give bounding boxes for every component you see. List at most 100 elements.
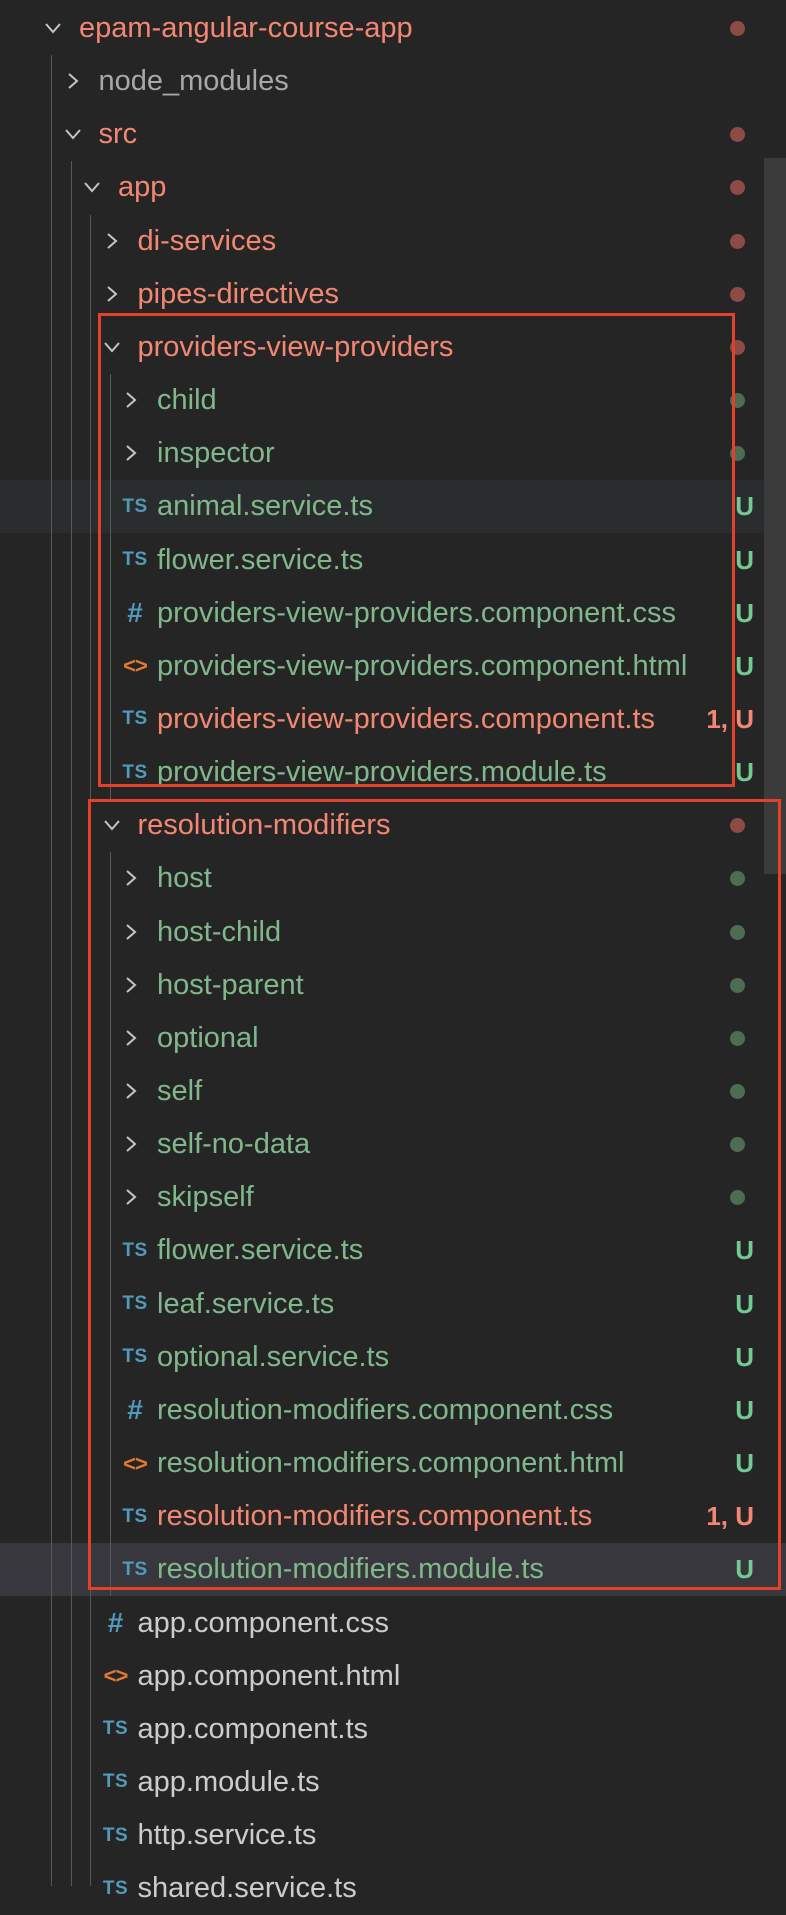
git-status-badge: U (735, 1235, 754, 1266)
tree-file-row[interactable]: TS providers-view-providers.component.ts 1… (0, 693, 786, 746)
tree-file-row[interactable]: TS providers-view-providers.module.ts U (0, 746, 786, 799)
tree-folder-row[interactable]: self-no-data (0, 1118, 786, 1171)
tree-folder-row[interactable]: resolution-modifiers (0, 799, 786, 852)
typescript-file-icon: TS (122, 1293, 148, 1315)
tree-item-label: optional (157, 1021, 259, 1054)
tree-item-label: leaf.service.ts (157, 1287, 335, 1320)
typescript-file-icon: TS (122, 1558, 148, 1580)
git-status-dot (730, 1084, 745, 1099)
chevron-down-icon[interactable] (81, 161, 103, 214)
tree-file-row[interactable]: # app.component.css (0, 1597, 786, 1650)
typescript-file-icon: TS (102, 1824, 129, 1846)
typescript-file-icon: TS (102, 1877, 129, 1899)
tree-folder-row[interactable]: skipself (0, 1171, 786, 1224)
git-status-badge: U (735, 1288, 754, 1319)
chevron-right-icon[interactable] (101, 215, 123, 268)
git-status-badge: U (735, 650, 754, 681)
tree-item-label: resolution-modifiers.component.html (157, 1447, 625, 1480)
tree-file-row[interactable]: TS animal.service.ts U (0, 480, 786, 534)
typescript-file-icon: TS (102, 1718, 129, 1740)
tree-item-label: app.component.ts (137, 1712, 369, 1745)
git-status-dot (730, 127, 745, 143)
git-status-badge: U (735, 1341, 754, 1372)
chevron-down-icon[interactable] (42, 2, 64, 55)
typescript-file-icon: TS (122, 495, 148, 517)
tree-folder-row[interactable]: host-parent (0, 959, 786, 1012)
tree-file-row[interactable]: TS optional.service.ts U (0, 1331, 786, 1384)
tree-folder-row[interactable]: epam-angular-course-app (0, 2, 786, 55)
chevron-right-icon[interactable] (120, 1171, 142, 1224)
tree-file-row[interactable]: <> providers-view-providers.component.htm… (0, 640, 786, 693)
tree-file-row[interactable]: TS shared.service.ts (0, 1862, 786, 1915)
git-status-dot (730, 977, 745, 993)
css-file-icon: # (127, 597, 143, 629)
chevron-right-icon[interactable] (120, 852, 142, 905)
tree-file-row[interactable]: TS flower.service.ts U (0, 1224, 786, 1277)
chevron-right-icon[interactable] (120, 959, 142, 1012)
chevron-down-icon[interactable] (101, 799, 123, 852)
chevron-right-icon[interactable] (120, 1012, 142, 1065)
tree-folder-row[interactable]: optional (0, 1012, 786, 1065)
typescript-file-icon: TS (122, 761, 148, 783)
tree-file-row[interactable]: TS leaf.service.ts U (0, 1278, 786, 1331)
typescript-file-icon: TS (122, 1239, 148, 1261)
tree-file-row[interactable]: <> app.component.html (0, 1650, 786, 1703)
tree-item-label: app.component.css (137, 1606, 389, 1639)
tree-file-row[interactable]: TS http.service.ts (0, 1809, 786, 1862)
typescript-file-icon: TS (102, 1771, 129, 1793)
git-status-dot (730, 1190, 745, 1206)
tree-file-row[interactable]: # resolution-modifiers.component.css U (0, 1384, 786, 1437)
chevron-right-icon[interactable] (120, 1118, 142, 1171)
indent-guide (109, 374, 111, 800)
git-status-badge: U (735, 544, 754, 575)
tree-item-label: app (118, 171, 167, 204)
git-status-dot (730, 446, 745, 462)
chevron-right-icon[interactable] (101, 268, 123, 321)
css-file-icon: # (127, 1394, 143, 1426)
tree-folder-row[interactable]: pipes-directives (0, 268, 786, 321)
chevron-right-icon[interactable] (120, 427, 142, 480)
tree-item-label: resolution-modifiers.module.ts (157, 1553, 544, 1586)
chevron-down-icon[interactable] (101, 321, 123, 374)
tree-folder-row[interactable]: di-services (0, 215, 786, 268)
git-status-dot (730, 871, 745, 887)
git-status-dot (730, 21, 745, 36)
tree-item-label: child (157, 384, 217, 417)
typescript-file-icon: TS (122, 708, 148, 730)
css-file-icon: # (107, 1607, 124, 1638)
indent-guide (109, 852, 111, 1597)
html-file-icon: <> (123, 1450, 148, 1476)
tree-file-row[interactable]: TS app.module.ts (0, 1756, 786, 1809)
html-file-icon: <> (103, 1663, 129, 1689)
git-status-badge: U (735, 1448, 754, 1479)
git-status-dot (730, 393, 745, 409)
tree-file-row[interactable]: TS resolution-modifiers.module.ts U (0, 1543, 786, 1597)
chevron-right-icon[interactable] (62, 55, 84, 108)
chevron-right-icon[interactable] (120, 1065, 142, 1118)
tree-file-row[interactable]: TS resolution-modifiers.component.ts 1, U (0, 1490, 786, 1543)
tree-item-label: resolution-modifiers.component.css (157, 1393, 614, 1426)
tree-folder-row[interactable]: host-child (0, 906, 786, 959)
git-status-dot (730, 818, 745, 834)
tree-folder-row[interactable]: providers-view-providers (0, 321, 786, 374)
tree-file-row[interactable]: # providers-view-providers.component.css U (0, 587, 786, 640)
tree-item-label: http.service.ts (137, 1819, 317, 1852)
chevron-right-icon[interactable] (120, 374, 142, 427)
tree-folder-row[interactable]: host (0, 852, 786, 905)
file-explorer-tree: epam-angular-course-app node_modules src ap… (0, 0, 786, 1904)
indent-guide (70, 161, 72, 1886)
tree-file-row[interactable]: TS flower.service.ts U (0, 534, 786, 587)
tree-folder-row[interactable]: src (0, 108, 786, 161)
chevron-down-icon[interactable] (62, 108, 84, 161)
chevron-right-icon[interactable] (120, 906, 142, 959)
tree-folder-row[interactable]: app (0, 161, 786, 214)
tree-file-row[interactable]: <> resolution-modifiers.component.html U (0, 1437, 786, 1490)
tree-folder-row[interactable]: node_modules (0, 55, 786, 108)
tree-item-label: providers-view-providers.module.ts (157, 756, 607, 789)
tree-file-row[interactable]: TS app.component.ts (0, 1703, 786, 1756)
scrollbar-thumb[interactable] (764, 158, 786, 874)
tree-folder-row[interactable]: child (0, 374, 786, 427)
tree-folder-row[interactable]: self (0, 1065, 786, 1118)
tree-folder-row[interactable]: inspector (0, 427, 786, 480)
tree-item-label: providers-view-providers (137, 330, 454, 363)
